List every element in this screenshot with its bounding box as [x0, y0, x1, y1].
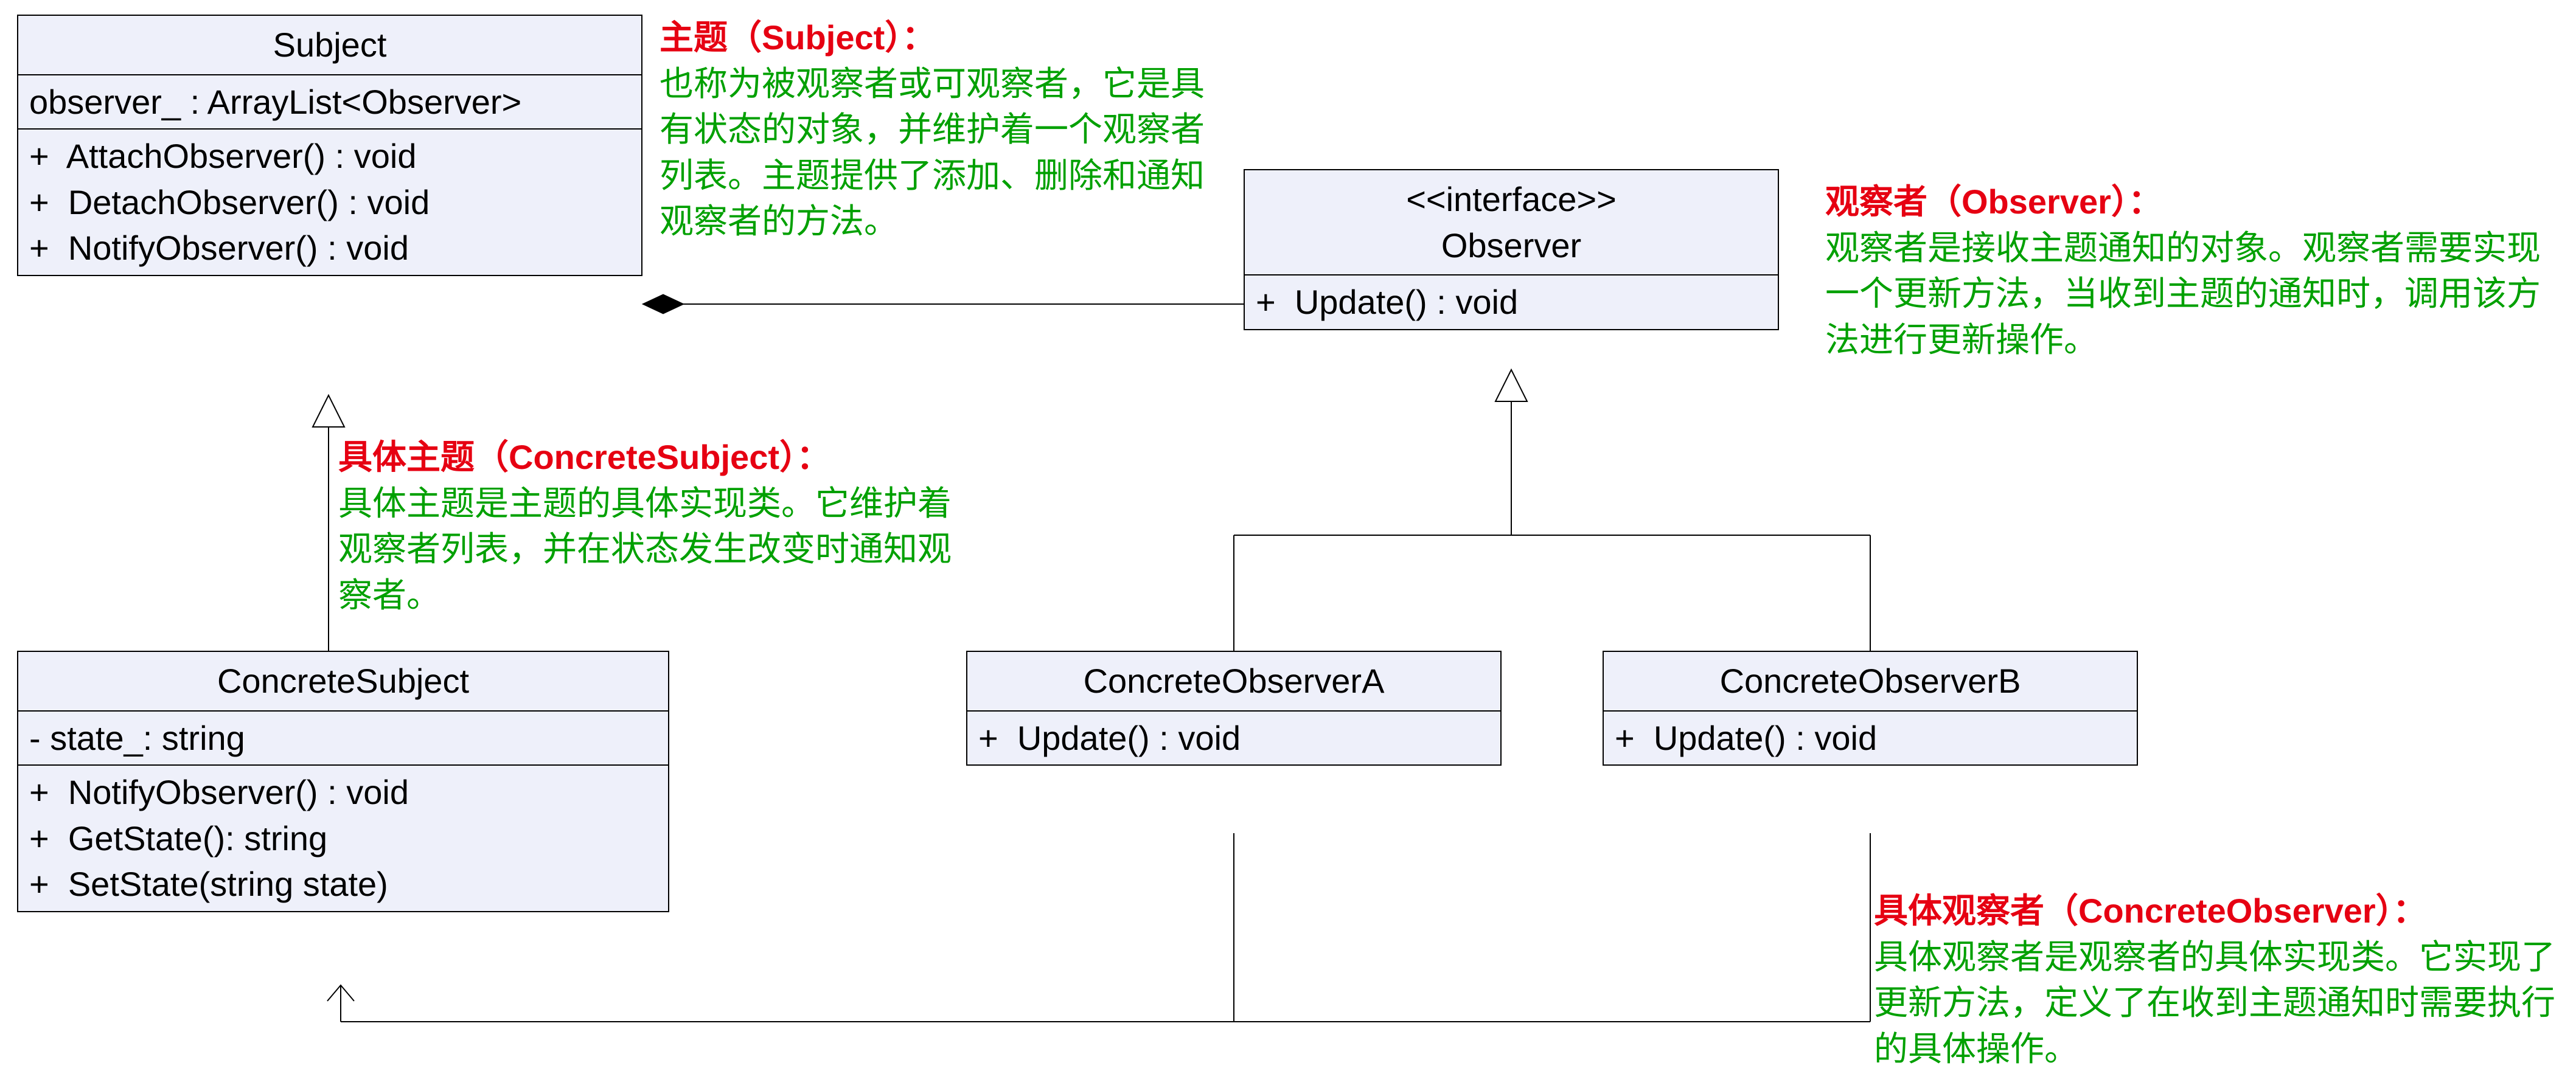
class-name: Observer [1251, 223, 1772, 269]
annotation-body: 具体观察者是观察者的具体实现类。它实现了更新方法，定义了在收到主题通知时需要执行… [1874, 938, 2555, 1068]
annotation-heading: 主题（Subject）： [660, 18, 936, 57]
annotation-concrete-subject: 具体主题（ConcreteSubject）： 具体主题是主题的具体实现类。它维护… [338, 434, 983, 618]
annotation-observer: 观察者（Observer）： 观察者是接收主题通知的对象。观察者需要实现一个更新… [1825, 179, 2543, 362]
annotation-body: 观察者是接收主题通知的对象。观察者需要实现一个更新方法，当收到主题的通知时，调用… [1825, 229, 2541, 359]
inherit-observers [1234, 370, 1870, 651]
class-title: ConcreteSubject [18, 652, 668, 710]
class-attributes: observer_ : ArrayList<Observer> [18, 74, 641, 129]
class-concrete-observer-a: ConcreteObserverA + Update() : void [966, 651, 1502, 766]
class-attributes: - state_: string [18, 710, 668, 765]
annotation-subject: 主题（Subject）： 也称为被观察者或可观察者，它是具有状态的对象，并维护着… [660, 15, 1219, 244]
class-operations: + AttachObserver() : void + DetachObserv… [18, 128, 641, 275]
class-title: ConcreteObserverB [1604, 652, 2137, 710]
aggregation-subject-observer [642, 294, 1244, 314]
class-operations: + NotifyObserver() : void + GetState(): … [18, 764, 668, 911]
annotation-heading: 具体主题（ConcreteSubject）： [338, 438, 830, 476]
annotation-heading: 具体观察者（ConcreteObserver）： [1874, 892, 2427, 930]
class-subject: Subject observer_ : ArrayList<Observer> … [17, 15, 642, 276]
stereotype: <<interface>> [1251, 176, 1772, 223]
class-title: <<interface>> Observer [1245, 170, 1778, 274]
class-observer: <<interface>> Observer + Update() : void [1244, 169, 1779, 330]
annotation-body: 也称为被观察者或可观察者，它是具有状态的对象，并维护着一个观察者列表。主题提供了… [660, 64, 1205, 241]
annotation-heading: 观察者（Observer）： [1825, 182, 2162, 221]
class-concrete-observer-b: ConcreteObserverB + Update() : void [1603, 651, 2138, 766]
class-concrete-subject: ConcreteSubject - state_: string + Notif… [17, 651, 669, 912]
annotation-concrete-observer: 具体观察者（ConcreteObserver）： 具体观察者是观察者的具体实现类… [1874, 888, 2567, 1072]
class-operations: + Update() : void [1245, 274, 1778, 329]
class-operations: + Update() : void [1604, 710, 2137, 765]
annotation-body: 具体主题是主题的具体实现类。它维护着观察者列表，并在状态发生改变时通知观察者。 [338, 484, 952, 614]
class-title: ConcreteObserverA [967, 652, 1500, 710]
uml-diagram: Subject observer_ : ArrayList<Observer> … [0, 0, 2576, 1074]
class-title: Subject [18, 16, 641, 74]
class-operations: + Update() : void [967, 710, 1500, 765]
